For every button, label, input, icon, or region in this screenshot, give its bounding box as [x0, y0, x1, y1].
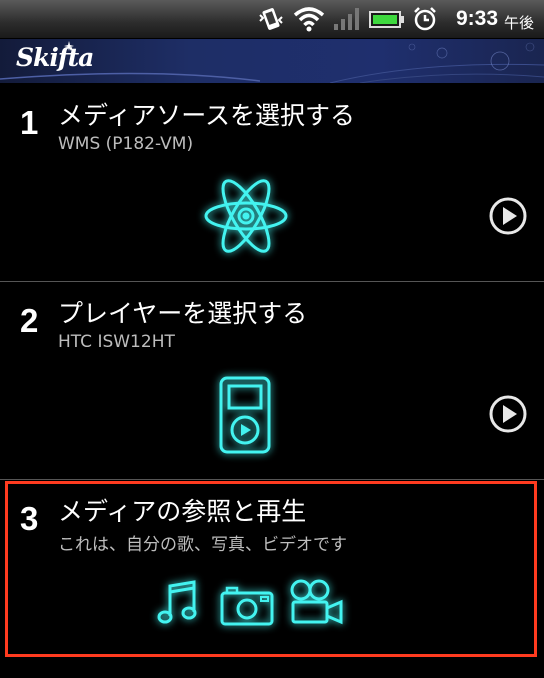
- vibrate-icon: [259, 8, 283, 30]
- app-header: Skifta: [0, 39, 544, 83]
- atom-icon: [204, 179, 288, 253]
- clock-time: 9:33: [455, 7, 498, 30]
- step-subtitle: WMS (P182-VM): [58, 134, 194, 154]
- battery-icon: [369, 11, 404, 28]
- step-2-select-player[interactable]: 2 プレイヤーを選択する HTC ISW12HT: [0, 282, 544, 478]
- play-button-step-1[interactable]: [488, 196, 528, 236]
- media-player-icon: [219, 376, 271, 454]
- clock-ampm: 午後: [503, 14, 534, 32]
- step-title: メディアソースを選択する: [58, 101, 356, 130]
- step-number: 1: [20, 104, 39, 141]
- step-subtitle: HTC ISW12HT: [58, 332, 175, 352]
- play-button-step-2[interactable]: [488, 394, 528, 434]
- step-number: 2: [20, 302, 39, 339]
- step-title: プレイヤーを選択する: [58, 299, 308, 328]
- selected-step-highlight: [5, 481, 537, 657]
- wifi-icon: [293, 7, 325, 32]
- step-1-select-source[interactable]: 1 メディアソースを選択する WMS (P182-VM): [0, 84, 544, 280]
- skifta-logo: Skifta: [16, 43, 94, 72]
- signal-icon: [334, 8, 359, 30]
- alarm-icon: [414, 7, 436, 31]
- status-bar: 9:33 午後: [0, 0, 544, 39]
